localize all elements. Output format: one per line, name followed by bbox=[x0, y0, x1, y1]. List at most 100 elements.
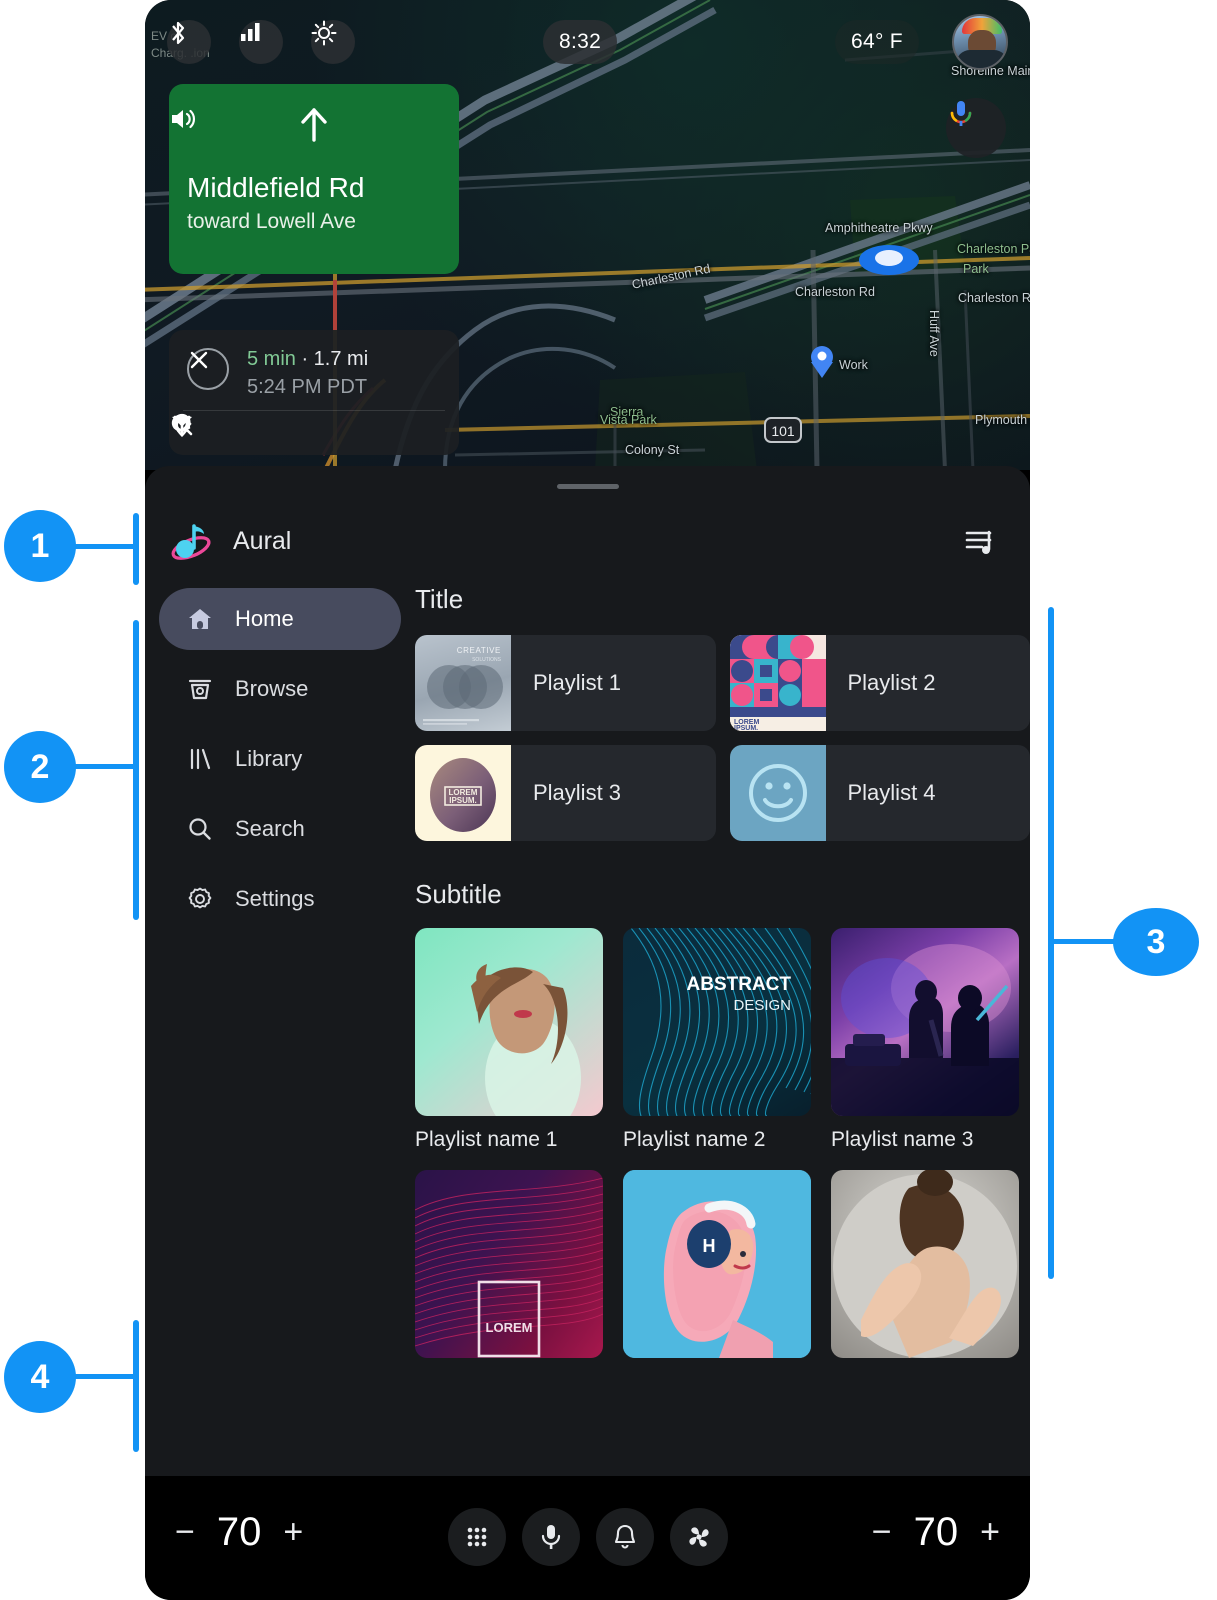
signal-chip[interactable] bbox=[239, 20, 283, 64]
navigation-card[interactable]: Middlefield Rd toward Lowell Ave bbox=[169, 84, 459, 274]
home-icon bbox=[185, 604, 215, 634]
straight-arrow-icon bbox=[301, 108, 327, 142]
svg-text:H: H bbox=[703, 1236, 716, 1256]
avatar[interactable] bbox=[952, 14, 1008, 70]
callout-line-1 bbox=[75, 544, 135, 549]
svg-text:CREATIVE: CREATIVE bbox=[457, 646, 501, 655]
map-label-vista-park: Vista Park bbox=[600, 413, 657, 427]
location-pin-icon bbox=[173, 413, 191, 438]
album-art bbox=[831, 1170, 1019, 1358]
bluetooth-icon bbox=[172, 21, 185, 45]
nav-street-name: Middlefield Rd bbox=[187, 172, 365, 203]
volume-on-icon bbox=[172, 109, 195, 129]
temp-increase-button[interactable]: + bbox=[980, 1513, 1000, 1552]
assistant-button[interactable] bbox=[946, 98, 1006, 158]
playlist-name: Playlist 1 bbox=[533, 670, 622, 695]
featured-card[interactable] bbox=[831, 1170, 1019, 1370]
fan-icon bbox=[688, 1527, 709, 1547]
featured-card[interactable]: ABSTRACT DESIGN Playlist name 2 bbox=[623, 928, 811, 1152]
microphone-icon bbox=[541, 1525, 560, 1549]
map-view[interactable]: 101 Shoreline Maintenance Amphitheatre P… bbox=[145, 0, 1030, 470]
clock-text: 8:32 bbox=[559, 30, 602, 53]
album-art bbox=[831, 928, 1019, 1116]
driver-temperature-control: − 70 + bbox=[175, 1510, 303, 1555]
callout-bracket-1 bbox=[133, 513, 139, 585]
sidebar-item-home[interactable]: Home bbox=[159, 588, 401, 650]
temp-increase-button[interactable]: + bbox=[283, 1513, 303, 1552]
featured-card[interactable]: Playlist name 3 bbox=[831, 928, 1019, 1152]
sidebar-item-label: Settings bbox=[235, 886, 315, 911]
signal-bars-icon bbox=[241, 23, 260, 41]
callout-line-4 bbox=[75, 1374, 135, 1379]
passenger-temperature-control: − 70 + bbox=[872, 1510, 1000, 1555]
map-label-charleston-park-1: Charleston Park bbox=[957, 242, 1030, 256]
apps-grid-icon bbox=[467, 1527, 486, 1547]
callout-bubble-2: 2 bbox=[4, 731, 76, 803]
temp-decrease-button[interactable]: − bbox=[872, 1513, 892, 1552]
svg-text:ABSTRACT: ABSTRACT bbox=[687, 974, 792, 995]
brightness-chip[interactable] bbox=[311, 20, 355, 64]
apps-button[interactable] bbox=[447, 1508, 506, 1566]
voice-button[interactable] bbox=[521, 1508, 580, 1566]
drag-handle[interactable] bbox=[556, 484, 619, 489]
climate-fan-button[interactable] bbox=[669, 1508, 728, 1566]
callout-bracket-4 bbox=[133, 1320, 139, 1452]
sidebar-item-label: Search bbox=[235, 816, 305, 841]
eta-distance: · 1.7 mi bbox=[295, 348, 369, 370]
sidebar-item-label: Browse bbox=[235, 676, 309, 701]
temp-value: 70 bbox=[216, 1510, 262, 1554]
album-art: LOREM bbox=[415, 1170, 603, 1358]
callout-bubble-1: 1 bbox=[4, 510, 76, 582]
featured-card[interactable]: LOREM bbox=[415, 1170, 603, 1370]
close-navigation-button[interactable] bbox=[187, 348, 229, 390]
clock-chip: 8:32 bbox=[543, 20, 618, 64]
playlist-card[interactable]: CREATIVE SOLUTIONS Playlist 1 bbox=[415, 635, 716, 731]
map-label-work: Work bbox=[839, 358, 868, 372]
google-assistant-mic-icon bbox=[950, 101, 972, 126]
sidebar-item-browse[interactable]: Browse bbox=[159, 658, 401, 720]
eta-duration: 5 min bbox=[247, 348, 296, 370]
eta-card: 5 min · 1.7 mi 5:24 PM PDT bbox=[169, 330, 459, 455]
sidebar-navigation: Home Browse Library Search Settings bbox=[159, 588, 401, 938]
featured-card[interactable]: H bbox=[623, 1170, 811, 1370]
close-x-icon bbox=[190, 351, 208, 369]
album-art bbox=[729, 745, 826, 841]
playlist-queue-button[interactable] bbox=[958, 522, 1002, 562]
music-app-panel: Aural Home Browse Library Search Setting… bbox=[145, 466, 1030, 1476]
svg-text:DESIGN: DESIGN bbox=[733, 997, 791, 1014]
playlist-card[interactable]: LOREM IPSUM. Playlist 3 bbox=[415, 745, 716, 841]
playlist-card[interactable]: LOREM IPSUM. Playlist 2 bbox=[729, 635, 1030, 731]
sidebar-item-settings[interactable]: Settings bbox=[159, 868, 401, 930]
bottom-control-bar: − 70 + − 70 + bbox=[145, 1480, 1030, 1600]
svg-text:IPSUM.: IPSUM. bbox=[449, 796, 477, 805]
album-art bbox=[415, 928, 603, 1116]
map-label-charleston-rd-1: Charleston Rd bbox=[795, 285, 875, 299]
avatar-body bbox=[956, 50, 1006, 68]
playlist-card-grid: CREATIVE SOLUTIONS Playlist 1 LOREM IPSU… bbox=[415, 635, 1030, 841]
svg-text:SOLUTIONS: SOLUTIONS bbox=[472, 657, 502, 663]
map-label-charleston-rd-2: Charleston Rd bbox=[958, 291, 1030, 305]
temp-value: 70 bbox=[913, 1510, 959, 1554]
aural-music-note-logo bbox=[171, 524, 211, 560]
album-art: H bbox=[623, 1170, 811, 1358]
temp-decrease-button[interactable]: − bbox=[175, 1513, 195, 1552]
svg-text:101: 101 bbox=[771, 423, 795, 439]
settings-gear-icon bbox=[185, 884, 215, 914]
car-display: 101 Shoreline Maintenance Amphitheatre P… bbox=[145, 0, 1030, 1600]
sidebar-item-search[interactable]: Search bbox=[159, 798, 401, 860]
bell-icon bbox=[614, 1524, 635, 1549]
eta-arrival-time: 5:24 PM PDT bbox=[247, 376, 368, 398]
callout-bubble-3: 3 bbox=[1113, 908, 1199, 976]
callout-line-2 bbox=[75, 764, 135, 769]
bluetooth-chip[interactable] bbox=[167, 20, 211, 64]
eta-action-row bbox=[169, 412, 459, 455]
svg-text:IPSUM.: IPSUM. bbox=[734, 725, 758, 731]
notifications-button[interactable] bbox=[595, 1508, 654, 1566]
section-title: Title bbox=[415, 584, 464, 614]
app-title: Aural bbox=[233, 527, 292, 555]
sidebar-item-library[interactable]: Library bbox=[159, 728, 401, 790]
featured-card[interactable]: Playlist name 1 bbox=[415, 928, 603, 1152]
section-subtitle: Subtitle bbox=[415, 879, 502, 909]
playlist-card[interactable]: Playlist 4 bbox=[729, 745, 1030, 841]
album-art: LOREM IPSUM. bbox=[415, 745, 511, 841]
